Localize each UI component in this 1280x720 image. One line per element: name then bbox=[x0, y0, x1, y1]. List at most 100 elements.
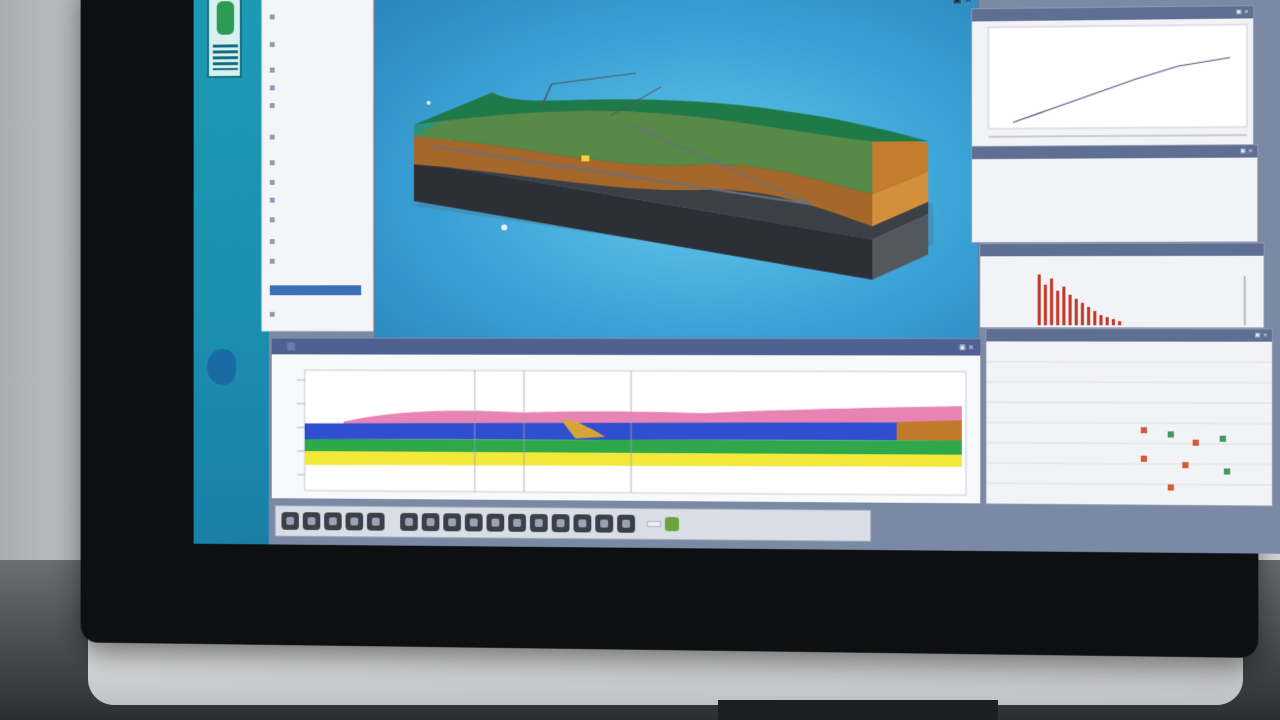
toolbar-tool-icon[interactable] bbox=[367, 513, 385, 531]
histogram-bar bbox=[1081, 303, 1084, 325]
histogram-chart bbox=[980, 256, 1263, 328]
toolbar-tool-icon[interactable] bbox=[530, 514, 548, 532]
histogram-bar bbox=[1118, 321, 1121, 325]
props-panel-controls[interactable]: ▣ × bbox=[1240, 145, 1253, 157]
histogram-bar bbox=[1050, 279, 1053, 326]
monitor-bezel: ▣ × ▣ × ▣ × ▣ × ▣ × bbox=[81, 0, 1259, 658]
screen: ▣ × ▣ × ▣ × ▣ × ▣ × bbox=[194, 0, 1280, 554]
toolbar-tool-icon[interactable] bbox=[346, 513, 364, 531]
strata-section-chart bbox=[272, 364, 980, 507]
histogram-bar bbox=[1044, 285, 1047, 326]
tree-row[interactable] bbox=[270, 134, 278, 141]
toolbar-tool-icon[interactable] bbox=[552, 514, 570, 532]
x-axis bbox=[988, 135, 1246, 137]
line-chart bbox=[972, 18, 1253, 147]
histogram-bars bbox=[1038, 274, 1121, 325]
toolbar-tool-icon[interactable] bbox=[303, 512, 320, 530]
cross-section-panel: ▣ × bbox=[271, 338, 981, 505]
target-marker[interactable] bbox=[581, 155, 589, 161]
section-second-tab[interactable] bbox=[287, 343, 295, 351]
section-panel-controls[interactable]: ▣ × bbox=[959, 339, 974, 355]
toolbar-tool-icon[interactable] bbox=[508, 514, 526, 532]
section-chart-title bbox=[272, 356, 980, 357]
tree-row[interactable] bbox=[270, 84, 278, 91]
histogram-bar bbox=[1038, 274, 1041, 325]
table-marker-green bbox=[1220, 436, 1226, 442]
project-tree-panel bbox=[261, 0, 374, 332]
properties-panel: ▣ × bbox=[971, 144, 1258, 243]
line-panel-controls[interactable]: ▣ × bbox=[1236, 6, 1249, 18]
props-panel-header: ▣ × bbox=[972, 145, 1257, 159]
table-rule bbox=[986, 402, 1272, 403]
histogram-bar bbox=[1112, 319, 1115, 325]
tree-row[interactable] bbox=[270, 258, 278, 265]
globe-icon-shape bbox=[207, 349, 236, 384]
data-table-panel: ▣ × bbox=[985, 328, 1273, 506]
toolbar-tool-icon[interactable] bbox=[487, 514, 505, 532]
table-rule bbox=[986, 382, 1272, 383]
table-rule bbox=[986, 362, 1272, 363]
globe-icon[interactable] bbox=[207, 339, 249, 394]
hist-panel-header bbox=[980, 243, 1263, 256]
histogram-bar bbox=[1056, 291, 1059, 326]
table-rule bbox=[986, 483, 1272, 485]
toolbar-tool-icon[interactable] bbox=[400, 513, 418, 531]
table-rows bbox=[986, 362, 1272, 485]
left-navigation-strip bbox=[194, 0, 269, 544]
toolbar-tool-icon[interactable] bbox=[595, 515, 613, 533]
tree-row[interactable] bbox=[270, 41, 278, 48]
histogram-bar bbox=[1075, 299, 1078, 325]
histogram-bar bbox=[1069, 295, 1072, 325]
logo-cylinder bbox=[217, 1, 234, 35]
section-header: ▣ × bbox=[272, 339, 980, 356]
histogram-bar bbox=[1093, 311, 1096, 325]
table-panel-controls[interactable]: ▣ × bbox=[1255, 329, 1268, 341]
table-marker-green bbox=[1224, 468, 1230, 474]
table-marker-red bbox=[1141, 456, 1147, 462]
section-y-ticks bbox=[297, 380, 305, 475]
toolbar-tool-icon[interactable] bbox=[443, 513, 461, 531]
toolbar-status-label bbox=[647, 521, 661, 527]
toolbar-tool-icon[interactable] bbox=[422, 513, 440, 531]
table-marker-red bbox=[1182, 462, 1188, 468]
logo-bars bbox=[213, 44, 238, 70]
toolbar-tool-icon[interactable] bbox=[465, 513, 483, 531]
histogram-panel bbox=[979, 242, 1264, 328]
table-rule bbox=[986, 422, 1272, 423]
toolbar-tool-icon[interactable] bbox=[573, 514, 591, 532]
table-rule bbox=[986, 443, 1272, 444]
tree-row[interactable] bbox=[270, 159, 278, 166]
table-rule bbox=[986, 463, 1272, 465]
tree-row[interactable] bbox=[270, 67, 278, 74]
data-table-grid bbox=[986, 341, 1272, 503]
tree-row[interactable] bbox=[270, 197, 278, 204]
tree-row[interactable] bbox=[270, 13, 278, 20]
table-markers bbox=[1141, 427, 1230, 491]
derrick-cable bbox=[552, 73, 636, 84]
geology-block-model bbox=[375, 0, 979, 340]
stratum-orange bbox=[897, 420, 962, 441]
tree-row[interactable] bbox=[270, 102, 278, 109]
toolbar-tool-icon[interactable] bbox=[617, 515, 635, 533]
table-marker-green bbox=[1168, 431, 1174, 437]
histogram-bar bbox=[1087, 307, 1090, 325]
tree-row[interactable] bbox=[270, 311, 278, 318]
tree-row-selected[interactable] bbox=[270, 285, 361, 295]
axis-point bbox=[427, 101, 431, 105]
toolbar-tool-icon[interactable] bbox=[324, 512, 342, 530]
table-marker-red bbox=[1168, 484, 1174, 490]
table-marker-red bbox=[1141, 427, 1147, 433]
histogram-bar bbox=[1106, 317, 1109, 325]
tree-row[interactable] bbox=[270, 216, 278, 223]
toolbar-tool-icon[interactable] bbox=[281, 512, 298, 530]
3d-geology-viewport[interactable]: ▣ × bbox=[374, 0, 979, 340]
line-chart-panel: ▣ × bbox=[971, 5, 1254, 148]
monitor-stand bbox=[718, 700, 998, 720]
table-panel-header: ▣ × bbox=[986, 329, 1272, 341]
table-marker-red bbox=[1193, 440, 1199, 446]
cursor-point bbox=[501, 224, 507, 230]
histogram-bar bbox=[1099, 315, 1102, 325]
tree-row[interactable] bbox=[270, 179, 278, 186]
toolbar-run-icon[interactable] bbox=[665, 517, 679, 531]
tree-row[interactable] bbox=[270, 238, 278, 245]
